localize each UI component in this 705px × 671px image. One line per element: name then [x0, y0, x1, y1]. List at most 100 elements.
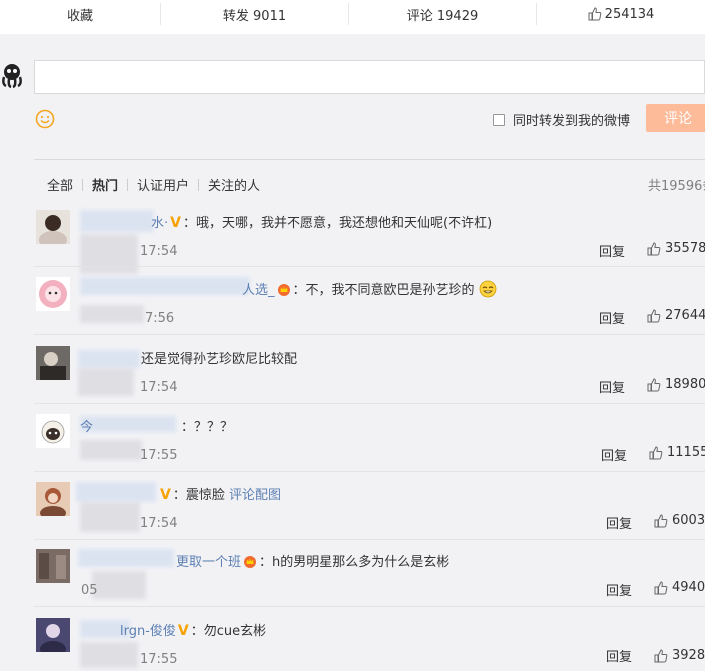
user-photo-icon	[36, 210, 70, 244]
reply-button[interactable]: 回复	[606, 580, 632, 599]
comment-text: 哦，天哪，我并不愿意，我还想他和天仙呢(不许杠)	[196, 216, 493, 231]
comment-item: 人选_ ：不，我不同意欧巴是孙艺珍的 7:56 回复 27644	[34, 277, 705, 335]
comment-body: V ：震惊脸 评论配图	[158, 484, 281, 503]
user-name[interactable]: 今	[80, 420, 93, 435]
comment-time: 17:54	[140, 516, 178, 531]
favorite-button[interactable]: 收藏	[0, 0, 160, 28]
separator: ：	[172, 488, 186, 503]
comment-time: 7:56	[145, 311, 175, 326]
avatar[interactable]	[36, 618, 70, 652]
comment-text: ？？？	[194, 420, 234, 435]
share-label: 同时转发到我的微博	[513, 114, 631, 129]
comment-total: 共19596条	[648, 179, 705, 194]
comment-item: 更取一个班 ：h的男明星那么多为什么是玄彬 05 回复 4940	[34, 549, 705, 607]
like-count: 4940	[672, 580, 705, 595]
submit-comment-button[interactable]: 评论	[646, 104, 705, 132]
emoji-button[interactable]	[35, 109, 55, 129]
reply-button[interactable]: 回复	[606, 513, 632, 532]
comment-body: 人选_ ：不，我不同意欧巴是孙艺珍的	[242, 279, 497, 298]
reply-button[interactable]: 回复	[606, 646, 632, 665]
thumbs-up-icon	[647, 308, 661, 322]
comment-input[interactable]	[34, 60, 705, 94]
user-name[interactable]: 更取一个班	[176, 555, 241, 570]
thumbs-up-icon	[647, 241, 661, 255]
thumbs-up-icon	[647, 377, 661, 391]
comment-text: 还是觉得孙艺珍欧尼比较配	[141, 352, 298, 367]
tab-hot[interactable]: 热门	[92, 175, 118, 194]
comment-item: 今 ：？？？ 17:55 回复 11155	[34, 414, 705, 472]
redacted-block	[78, 368, 134, 396]
avatar[interactable]	[36, 414, 70, 448]
verified-badge: V	[160, 487, 171, 503]
separator: ：	[190, 624, 204, 639]
comment-item: 水· V ：哦，天哪，我并不愿意，我还想他和天仙呢(不许杠) 17:54 回复 35…	[34, 210, 705, 274]
redacted-name	[76, 482, 156, 502]
avatar[interactable]	[36, 346, 70, 380]
redacted-name	[80, 210, 154, 232]
comment-body: 水· V ：哦，天哪，我并不愿意，我还想他和天仙呢(不许杠)	[151, 212, 492, 231]
divider	[34, 471, 705, 472]
comment-body: lrgn-俊俊 V ：勿cue玄彬	[120, 620, 266, 639]
comment-body: 更取一个班 ：h的男明星那么多为什么是玄彬	[176, 551, 449, 570]
comment-body: 今 ：？？？	[80, 416, 233, 435]
divider	[34, 606, 705, 607]
like-button[interactable]: 254134	[537, 0, 705, 28]
tab-all[interactable]: 全部	[47, 175, 73, 194]
share-checkbox[interactable]	[493, 113, 505, 126]
avatar[interactable]	[36, 277, 70, 311]
action-bar: 收藏 转发 9011 评论 19429 254134	[0, 0, 705, 34]
divider	[34, 334, 705, 335]
like-count: 6003	[672, 513, 705, 528]
redacted-name	[80, 277, 250, 295]
comment-text: h的男明星那么多为什么是玄彬	[272, 555, 450, 570]
repost-label: 转发 9011	[222, 8, 287, 24]
repost-button[interactable]: 转发 9011	[161, 0, 348, 28]
thumbs-up-icon	[588, 7, 602, 21]
comment-like-button[interactable]: 35578	[647, 241, 705, 256]
user-name[interactable]: 人选_	[242, 283, 275, 298]
divider	[34, 539, 705, 540]
avatar[interactable]	[36, 210, 70, 244]
redacted-block	[92, 571, 146, 599]
user-name[interactable]: lrgn-俊俊	[120, 624, 176, 639]
verified-badge: V	[177, 623, 189, 639]
redacted-block	[80, 440, 142, 460]
reply-button[interactable]: 回复	[599, 308, 625, 327]
reply-button[interactable]: 回复	[599, 377, 625, 396]
share-option[interactable]: 同时转发到我的微博	[493, 110, 630, 129]
thumbs-up-icon	[654, 513, 668, 527]
comment-body: 还是觉得孙艺珍欧尼比较配	[141, 348, 297, 367]
like-count: 27644	[665, 308, 705, 323]
tab-following[interactable]: 关注的人	[208, 175, 260, 194]
avatar[interactable]	[36, 482, 70, 516]
comment-image-link[interactable]: 评论配图	[229, 488, 281, 503]
redacted-block	[80, 642, 138, 668]
comment-filter-tabs: 全部 热门 认证用户 关注的人	[47, 175, 260, 194]
divider	[198, 178, 200, 191]
comment-like-button[interactable]: 27644	[647, 308, 705, 323]
comment-button[interactable]: 评论 19429	[349, 0, 536, 28]
redacted-block	[80, 305, 144, 323]
current-user-avatar[interactable]	[0, 62, 24, 89]
comment-like-button[interactable]: 4940	[654, 580, 705, 595]
user-photo-icon	[36, 346, 70, 380]
comment-like-button[interactable]: 6003	[654, 513, 705, 528]
comment-like-button[interactable]: 3928	[654, 648, 705, 663]
user-name[interactable]: 水·	[151, 216, 168, 231]
thumbs-up-icon	[654, 648, 668, 662]
favorite-label: 收藏	[66, 8, 93, 24]
reply-button[interactable]: 回复	[601, 445, 627, 464]
separator: ：	[182, 216, 196, 231]
thumbs-up-icon	[649, 445, 663, 459]
like-count: 11155	[667, 445, 705, 460]
comment-item: lrgn-俊俊 V ：勿cue玄彬 17:55 回复 3928	[34, 618, 705, 671]
separator: ：	[259, 555, 273, 570]
avatar[interactable]	[36, 549, 70, 583]
comment-item: V ：震惊脸 评论配图 17:54 回复 6003	[34, 482, 705, 540]
tab-verified[interactable]: 认证用户	[137, 175, 189, 194]
comment-text: 勿cue玄彬	[203, 624, 267, 639]
comment-like-button[interactable]: 11155	[649, 445, 705, 460]
user-photo-icon	[36, 618, 70, 652]
comment-like-button[interactable]: 18980	[647, 377, 705, 392]
reply-button[interactable]: 回复	[599, 241, 625, 260]
